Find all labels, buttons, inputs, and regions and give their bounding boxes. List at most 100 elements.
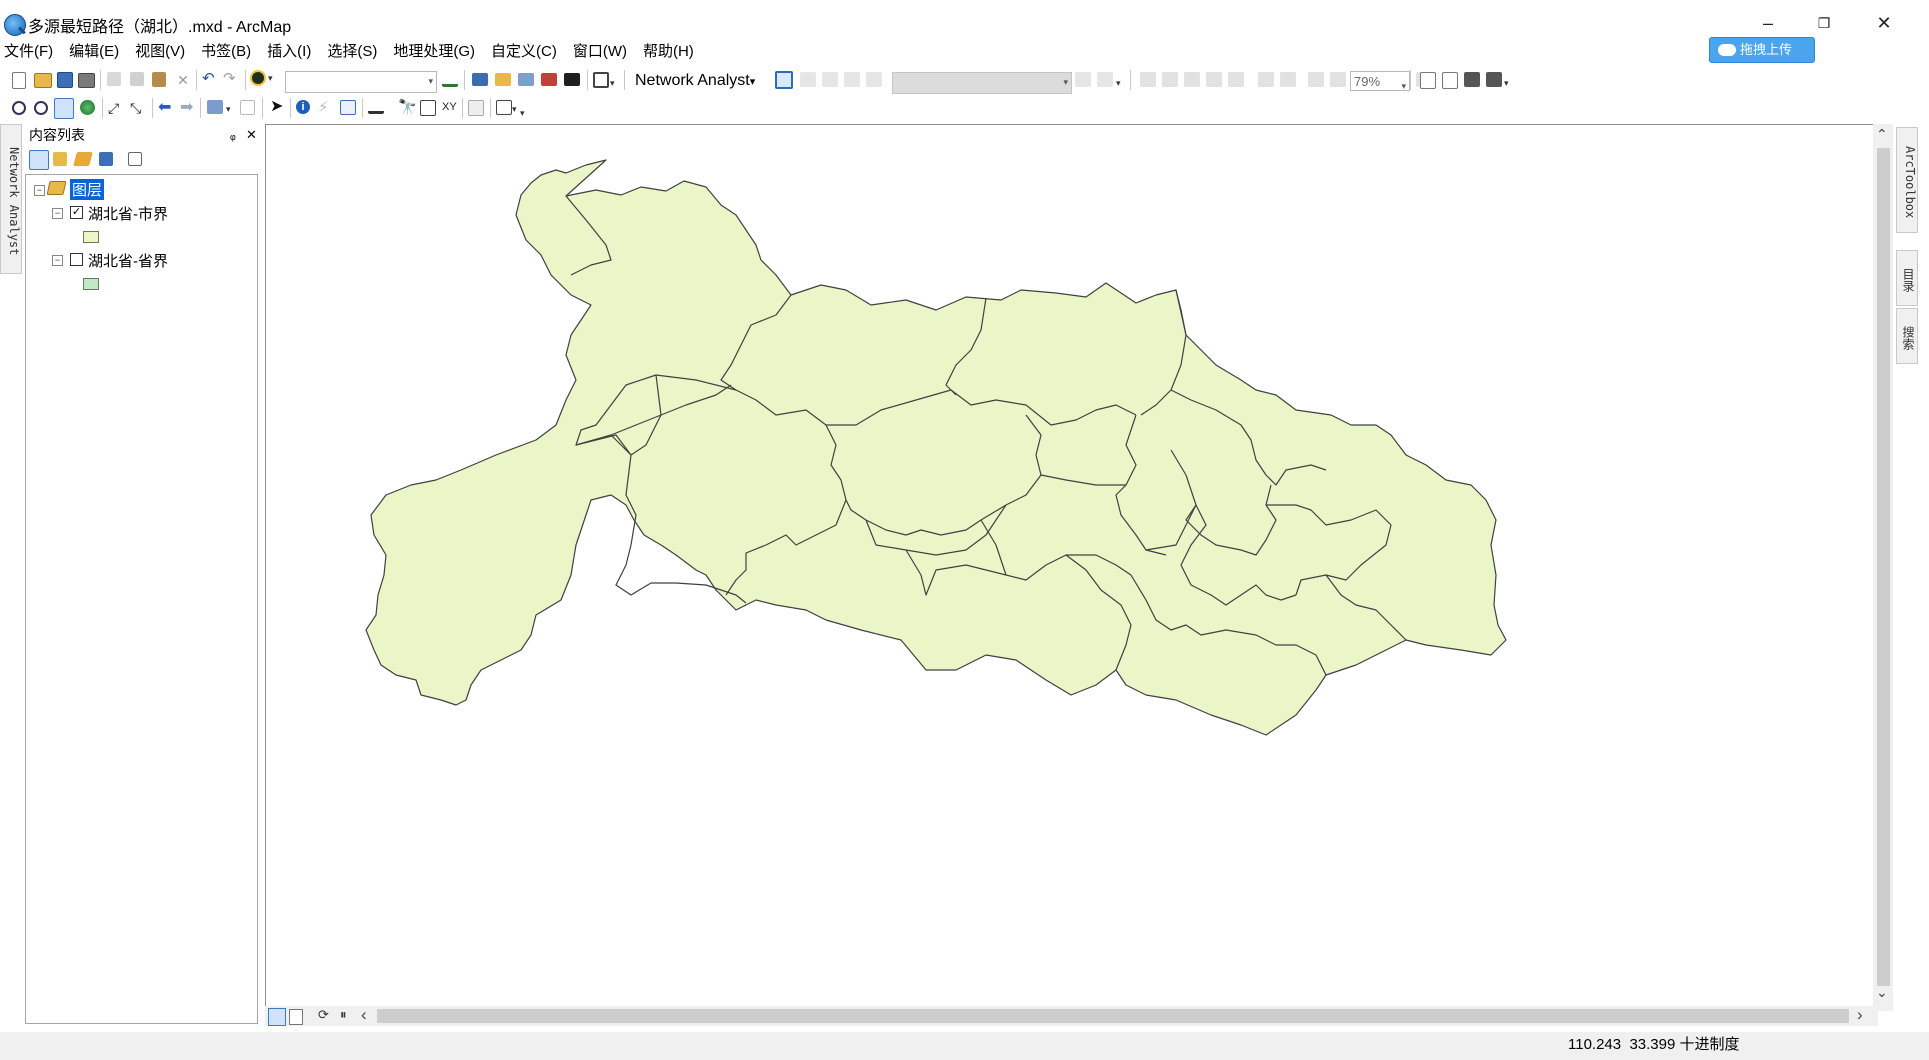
- zoom-out-icon[interactable]: [34, 101, 48, 115]
- undo-icon[interactable]: ↶: [202, 71, 220, 89]
- scroll-down-icon[interactable]: ⌄: [1876, 984, 1888, 1001]
- zoom-in-icon[interactable]: [12, 101, 26, 115]
- close-icon[interactable]: ✕: [246, 124, 257, 146]
- search-tab-label: 搜索: [1901, 326, 1915, 350]
- layer-name-cities[interactable]: 湖北省-市界: [88, 203, 168, 224]
- catalog-dock-tab[interactable]: 目录: [1896, 250, 1918, 306]
- tools-toolbar: ⤢ ⤡ ⬅ ➡ ▾ ➤ i ⚡ 🔭 XY ▾ ▾: [0, 98, 540, 124]
- model-builder-icon[interactable]: [593, 72, 609, 88]
- add-data-dropdown-icon[interactable]: ▾: [268, 73, 276, 91]
- pin-icon[interactable]: ᵩ: [230, 124, 236, 146]
- editor-toolbar-icon[interactable]: [442, 72, 458, 87]
- collapse-icon[interactable]: −: [52, 255, 63, 266]
- find-icon[interactable]: 🔭: [398, 100, 417, 118]
- menu-insert[interactable]: 插入(I): [259, 40, 319, 62]
- arctoolbox-icon[interactable]: [541, 73, 557, 86]
- menu-help[interactable]: 帮助(H): [635, 40, 702, 62]
- new-document-icon[interactable]: [12, 72, 26, 89]
- menu-selection[interactable]: 选择(S): [319, 40, 385, 62]
- status-x-coordinate: 110.243: [1568, 1036, 1622, 1053]
- scroll-up-icon[interactable]: ⌃: [1876, 126, 1888, 143]
- layer-visibility-checkbox[interactable]: [70, 253, 83, 266]
- identify-icon[interactable]: i: [296, 100, 310, 114]
- select-dropdown-icon[interactable]: ▾: [226, 104, 234, 122]
- network-analyst-menu[interactable]: Network Analyst▾: [635, 72, 755, 90]
- select-elements-icon[interactable]: ➤: [270, 99, 288, 117]
- toolbar-options-icon[interactable]: ▾: [610, 78, 618, 96]
- redo-icon[interactable]: ↷: [223, 71, 241, 89]
- scroll-right-icon[interactable]: ›: [1857, 1005, 1863, 1025]
- network-analyst-tab-label: Network Analyst: [7, 146, 21, 256]
- toc-header: 内容列表 ᵩ ✕: [25, 124, 259, 146]
- list-by-source-icon[interactable]: [53, 152, 67, 166]
- layer-name-province[interactable]: 湖北省-省界: [88, 250, 168, 271]
- measure-icon[interactable]: [368, 101, 384, 114]
- print-icon[interactable]: [78, 73, 95, 88]
- pause-drawing-icon[interactable]: ⏸: [340, 1007, 347, 1023]
- menu-geoprocessing[interactable]: 地理处理(G): [385, 40, 483, 62]
- close-button[interactable]: ✕: [1864, 8, 1904, 38]
- horizontal-scroll-thumb[interactable]: [377, 1009, 1849, 1023]
- go-to-xy-icon[interactable]: XY: [442, 99, 460, 117]
- search-window-icon[interactable]: [518, 73, 534, 86]
- scroll-left-icon[interactable]: ‹: [361, 1005, 367, 1025]
- fixed-zoom-in-icon[interactable]: ⤢: [108, 100, 126, 118]
- minimize-button[interactable]: –: [1748, 8, 1788, 38]
- add-data-icon[interactable]: [252, 72, 264, 84]
- collapse-icon[interactable]: −: [34, 185, 45, 196]
- list-by-selection-icon[interactable]: [99, 152, 113, 166]
- vertical-scroll-thumb[interactable]: [1877, 148, 1890, 986]
- clear-selection-icon[interactable]: [240, 100, 255, 115]
- toc-options-icon[interactable]: [128, 152, 142, 166]
- data-view-button[interactable]: [268, 1008, 286, 1026]
- time-slider-icon[interactable]: [468, 100, 484, 116]
- arcmap-app-icon: [4, 14, 26, 36]
- layers-root-label[interactable]: 图层: [70, 179, 105, 200]
- full-extent-icon[interactable]: [80, 100, 95, 115]
- hyperlink-icon[interactable]: ⚡: [318, 100, 336, 118]
- map-view[interactable]: [265, 124, 1878, 1011]
- html-popup-icon[interactable]: [340, 100, 356, 115]
- refresh-icon[interactable]: ⟳: [318, 1007, 329, 1023]
- fixed-zoom-out-icon[interactable]: ⤡: [130, 100, 148, 118]
- province-outline[interactable]: [365, 159, 1507, 736]
- upload-button[interactable]: 拖拽上传: [1709, 37, 1815, 63]
- network-analyst-dock-tab[interactable]: Network Analyst: [0, 124, 22, 274]
- list-by-drawing-order-icon[interactable]: [29, 150, 49, 170]
- map-scale-combo[interactable]: ▾: [285, 71, 437, 93]
- select-features-icon[interactable]: [207, 100, 223, 114]
- pan-icon[interactable]: [54, 98, 74, 119]
- catalog-window-icon[interactable]: [495, 73, 511, 86]
- table-of-contents-icon[interactable]: [472, 73, 488, 86]
- copy-icon[interactable]: [130, 72, 144, 86]
- menu-customize[interactable]: 自定义(C): [483, 40, 565, 62]
- collapse-icon[interactable]: −: [52, 208, 63, 219]
- create-viewer-window-icon[interactable]: [496, 100, 512, 115]
- menu-bookmarks[interactable]: 书签(B): [193, 40, 259, 62]
- viewer-dropdown-icon[interactable]: ▾: [512, 104, 520, 122]
- save-icon[interactable]: [57, 72, 73, 88]
- restore-button[interactable]: ❐: [1804, 8, 1844, 38]
- hubei-map[interactable]: [266, 125, 1877, 1010]
- back-extent-icon[interactable]: ⬅: [158, 100, 176, 118]
- layer-visibility-checkbox[interactable]: ✓: [70, 206, 83, 219]
- menu-windows[interactable]: 窗口(W): [565, 40, 635, 62]
- search-dock-tab[interactable]: 搜索: [1896, 308, 1918, 364]
- layer-symbol-swatch[interactable]: [83, 231, 99, 243]
- layers-icon: [46, 181, 67, 195]
- delete-icon[interactable]: ✕: [174, 72, 192, 90]
- layout-view-button[interactable]: [289, 1009, 303, 1025]
- find-route-icon[interactable]: [420, 100, 436, 116]
- open-folder-icon[interactable]: [34, 73, 52, 88]
- paste-icon[interactable]: [152, 72, 166, 87]
- menu-edit[interactable]: 编辑(E): [61, 40, 127, 62]
- cut-icon[interactable]: [107, 72, 121, 86]
- layer-symbol-swatch[interactable]: [83, 278, 99, 290]
- list-by-visibility-icon[interactable]: [73, 152, 93, 166]
- menu-view[interactable]: 视图(V): [127, 40, 193, 62]
- forward-extent-icon[interactable]: ➡: [180, 100, 198, 118]
- python-window-icon[interactable]: [564, 73, 580, 86]
- layout-zoom-combo[interactable]: 79% ▾: [1350, 71, 1410, 91]
- arctoolbox-dock-tab[interactable]: ArcToolbox: [1896, 127, 1918, 233]
- menu-file[interactable]: 文件(F): [0, 40, 61, 62]
